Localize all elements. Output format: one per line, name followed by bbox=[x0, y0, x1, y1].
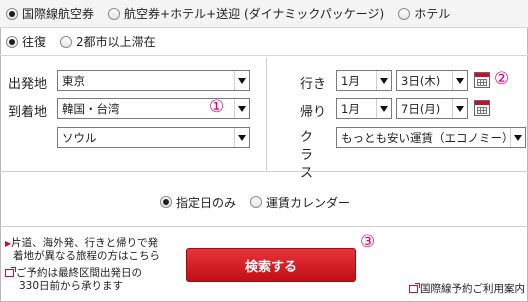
radio-icon[interactable] bbox=[250, 196, 263, 208]
radio-selected-icon[interactable] bbox=[6, 35, 18, 48]
guide-link[interactable]: 国際線予約ご利用案内 bbox=[409, 283, 525, 296]
trip-type-flight-option[interactable]: 国際線航空券 bbox=[6, 5, 94, 22]
radio-icon[interactable] bbox=[60, 35, 73, 48]
radio-selected-icon[interactable] bbox=[6, 7, 18, 20]
chevron-down-icon[interactable] bbox=[452, 71, 467, 90]
outbound-month-select[interactable]: 1月 bbox=[336, 70, 392, 91]
return-day-select[interactable]: 7日(月) bbox=[396, 98, 468, 119]
calendar-icon[interactable] bbox=[474, 72, 490, 88]
route-multicity-option[interactable]: 2都市以上滞在 bbox=[60, 33, 156, 50]
trip-type-hotel-label: ホテル bbox=[414, 7, 451, 21]
marker-1: ① bbox=[209, 97, 225, 117]
guide-link-label: 国際線予約ご利用案内 bbox=[420, 283, 525, 295]
route-roundtrip-label: 往復 bbox=[22, 35, 47, 49]
departure-value: 東京 bbox=[62, 73, 85, 88]
date-mode-fixed-option[interactable]: 指定日のみ bbox=[160, 194, 236, 211]
advance-booking-note: ご予約は最終区間出発日の 330日前から承ります bbox=[5, 267, 142, 293]
class-label: クラス bbox=[300, 130, 320, 181]
route-type-row: 往復 2都市以上滞在 bbox=[0, 28, 528, 56]
date-mode-calendar-option[interactable]: 運賃カレンダー bbox=[250, 194, 350, 211]
chevron-down-icon[interactable] bbox=[376, 99, 391, 118]
oneway-note-line1: 片道、海外発、行きと帰りで発 bbox=[11, 237, 159, 249]
advance-note-line1: ご予約は最終区間出発日の bbox=[16, 267, 142, 279]
trip-type-package-label: 航空券+ホテル+送迎 (ダイナミックパッケージ) bbox=[124, 7, 385, 21]
arrival-label: 到着地 bbox=[8, 105, 48, 120]
departure-label: 出発地 bbox=[8, 77, 48, 92]
search-button[interactable]: 検索する bbox=[186, 248, 356, 282]
column-divider bbox=[266, 58, 267, 170]
trip-type-hotel-option[interactable]: ホテル bbox=[398, 5, 450, 22]
outbound-day-value: 3日(木) bbox=[401, 73, 441, 88]
departure-select[interactable]: 東京 bbox=[57, 70, 250, 91]
radio-icon[interactable] bbox=[398, 7, 411, 20]
radio-selected-icon[interactable] bbox=[160, 196, 172, 208]
return-month-select[interactable]: 1月 bbox=[336, 98, 392, 119]
marker-3: ③ bbox=[360, 232, 376, 252]
arrival-region-value: 韓国・台湾 bbox=[62, 101, 120, 116]
trip-type-row: 国際線航空券 航空券+ホテル+送迎 (ダイナミックパッケージ) ホテル bbox=[0, 0, 528, 28]
advance-note-line2: 330日前から承ります bbox=[19, 280, 124, 292]
date-mode-fixed-label: 指定日のみ bbox=[176, 195, 237, 210]
chevron-down-icon[interactable] bbox=[234, 71, 249, 90]
calendar-icon[interactable] bbox=[474, 100, 490, 116]
outbound-month-value: 1月 bbox=[341, 73, 360, 88]
trip-type-flight-label: 国際線航空券 bbox=[22, 7, 95, 21]
chevron-down-icon[interactable] bbox=[510, 128, 525, 147]
divider bbox=[0, 226, 528, 227]
chevron-down-icon[interactable] bbox=[234, 99, 249, 118]
outbound-label: 行き bbox=[300, 77, 327, 92]
return-day-value: 7日(月) bbox=[401, 101, 441, 116]
return-month-value: 1月 bbox=[341, 101, 360, 116]
route-roundtrip-option[interactable]: 往復 bbox=[6, 33, 46, 50]
chevron-down-icon[interactable] bbox=[376, 71, 391, 90]
return-label: 帰り bbox=[300, 105, 327, 120]
outbound-day-select[interactable]: 3日(木) bbox=[396, 70, 468, 91]
class-select[interactable]: もっとも安い運賃（エコノミー） bbox=[336, 127, 526, 148]
route-multicity-label: 2都市以上滞在 bbox=[76, 35, 156, 49]
divider bbox=[0, 171, 528, 172]
oneway-note-line2: 着地が異なる旅程の方はこちら bbox=[13, 250, 160, 262]
arrival-city-value: ソウル bbox=[62, 130, 97, 145]
date-mode-calendar-label: 運賃カレンダー bbox=[266, 195, 351, 210]
class-value: もっとも安い運賃（エコノミー） bbox=[341, 130, 514, 145]
external-link-icon bbox=[5, 267, 16, 277]
trip-type-package-option[interactable]: 航空券+ホテル+送迎 (ダイナミックパッケージ) bbox=[108, 5, 384, 22]
arrival-city-select[interactable]: ソウル bbox=[57, 127, 250, 148]
date-mode-row: 指定日のみ 運賃カレンダー bbox=[0, 192, 528, 212]
oneway-note-link[interactable]: ▶片道、海外発、行きと帰りで発 着地が異なる旅程の方はこちら bbox=[5, 237, 160, 263]
chevron-down-icon[interactable] bbox=[452, 99, 467, 118]
chevron-down-icon[interactable] bbox=[234, 128, 249, 147]
radio-icon[interactable] bbox=[108, 7, 121, 20]
external-link-icon bbox=[409, 283, 420, 293]
marker-2: ② bbox=[494, 69, 510, 89]
